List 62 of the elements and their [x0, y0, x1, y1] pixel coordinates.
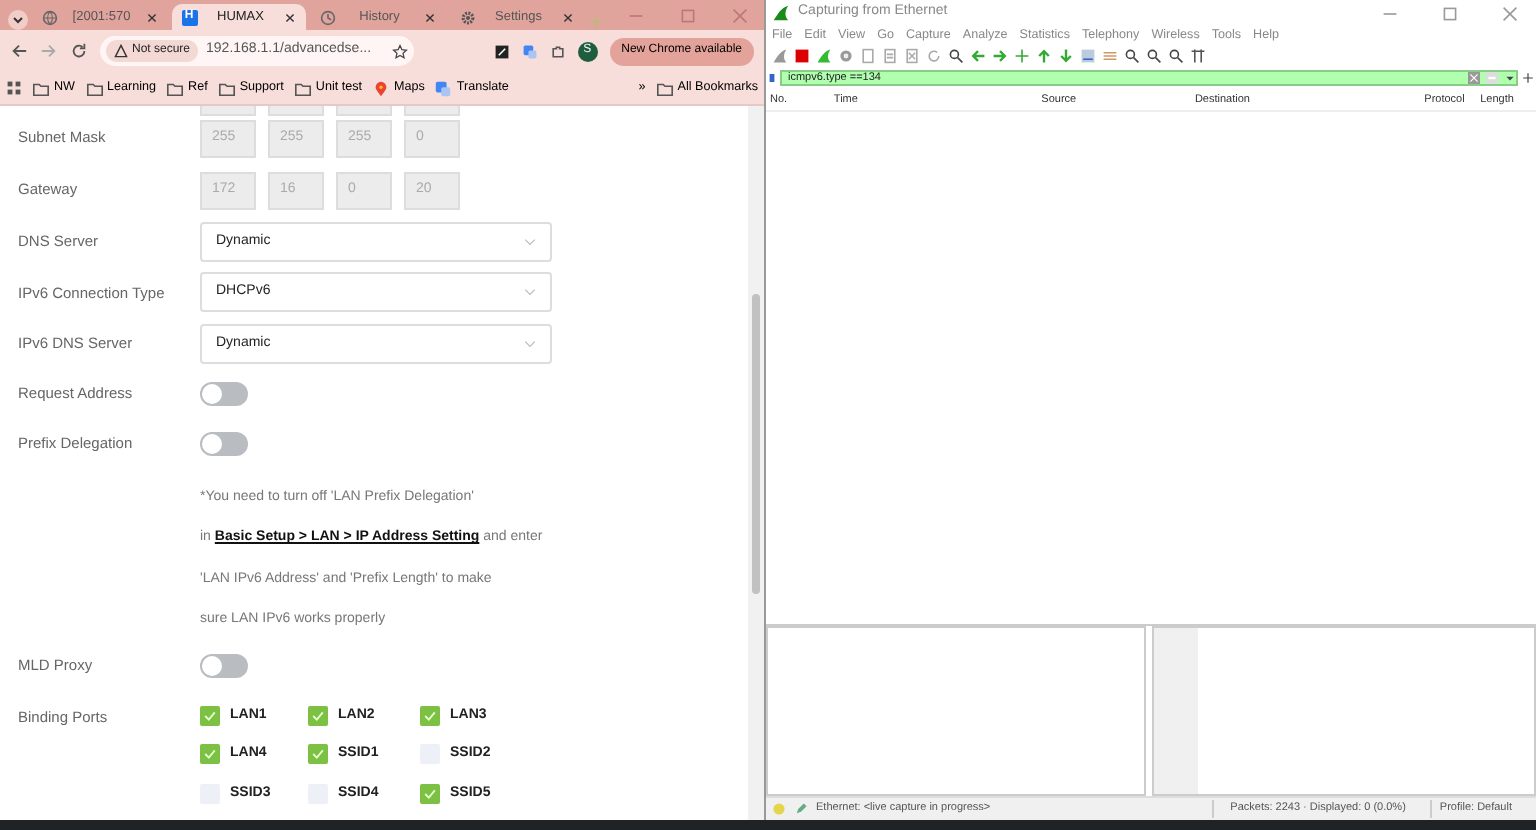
close-icon[interactable]: [284, 11, 296, 23]
autoscroll-icon[interactable]: [1080, 48, 1096, 64]
reload-icon[interactable]: [70, 42, 88, 60]
file-icon[interactable]: [904, 48, 920, 64]
clear-icon[interactable]: [1468, 72, 1480, 84]
zoom-reset-icon[interactable]: [1168, 48, 1184, 64]
apps-grid-icon[interactable]: [6, 80, 22, 96]
colorize-icon[interactable]: [1102, 48, 1118, 64]
close-icon[interactable]: [562, 11, 574, 23]
resize-columns-icon[interactable]: [1190, 48, 1206, 64]
translate-icon: [434, 79, 453, 97]
toggle-switch[interactable]: [200, 382, 248, 406]
close-icon[interactable]: [145, 11, 157, 23]
down-arrow-icon[interactable]: [1058, 48, 1074, 64]
file-icon[interactable]: [860, 48, 876, 64]
tab-search-icon[interactable]: [8, 10, 28, 30]
warning-icon: [114, 44, 128, 58]
checkbox[interactable]: [200, 705, 220, 726]
dropdown-icon[interactable]: [1504, 72, 1516, 84]
fin-icon[interactable]: [772, 48, 788, 64]
status-dot-icon: [772, 802, 786, 816]
scrollbar[interactable]: [748, 106, 764, 820]
chevron-down-icon: [524, 235, 536, 248]
close-icon[interactable]: [423, 11, 435, 23]
right-arrow-icon[interactable]: [992, 48, 1008, 64]
chevron-down-icon: [524, 286, 536, 299]
chevron-down-icon: [524, 337, 536, 350]
shark-fin-icon: [772, 4, 790, 22]
checkbox[interactable]: [420, 705, 440, 726]
zoom-out-icon[interactable]: [1146, 48, 1162, 64]
globe-icon: [42, 9, 58, 25]
checkbox[interactable]: [308, 705, 328, 726]
left-arrow-icon[interactable]: [970, 48, 986, 64]
star-icon[interactable]: [392, 43, 408, 59]
stop-icon[interactable]: [794, 48, 810, 64]
folder-icon: [85, 79, 103, 97]
back-icon[interactable]: [10, 42, 28, 60]
bookmark-icon[interactable]: [768, 70, 776, 86]
toggle-switch[interactable]: [200, 654, 248, 678]
up-arrow-icon[interactable]: [1036, 48, 1052, 64]
checkbox[interactable]: [308, 744, 328, 765]
checkbox[interactable]: [200, 744, 220, 765]
checkbox[interactable]: [420, 783, 440, 804]
file-icon[interactable]: [882, 48, 898, 64]
zoom-in-icon[interactable]: [1124, 48, 1140, 64]
folder-icon: [293, 79, 312, 97]
maximize-icon[interactable]: [680, 8, 696, 24]
map-pin-icon: [372, 79, 390, 97]
folder-icon: [655, 79, 674, 97]
forward-icon: [40, 42, 58, 60]
plus-icon[interactable]: [1522, 72, 1534, 84]
folder-icon: [32, 79, 50, 97]
search-icon[interactable]: [948, 48, 964, 64]
toggle-switch[interactable]: [200, 432, 248, 456]
edit-icon[interactable]: [794, 802, 808, 816]
folder-icon: [166, 79, 185, 97]
extension-square-icon[interactable]: [493, 43, 510, 59]
history-icon: [320, 9, 336, 25]
translate-icon[interactable]: [521, 43, 538, 59]
folder-icon: [217, 79, 236, 97]
maximize-icon[interactable]: [1442, 5, 1458, 21]
restart-icon[interactable]: [816, 48, 832, 64]
